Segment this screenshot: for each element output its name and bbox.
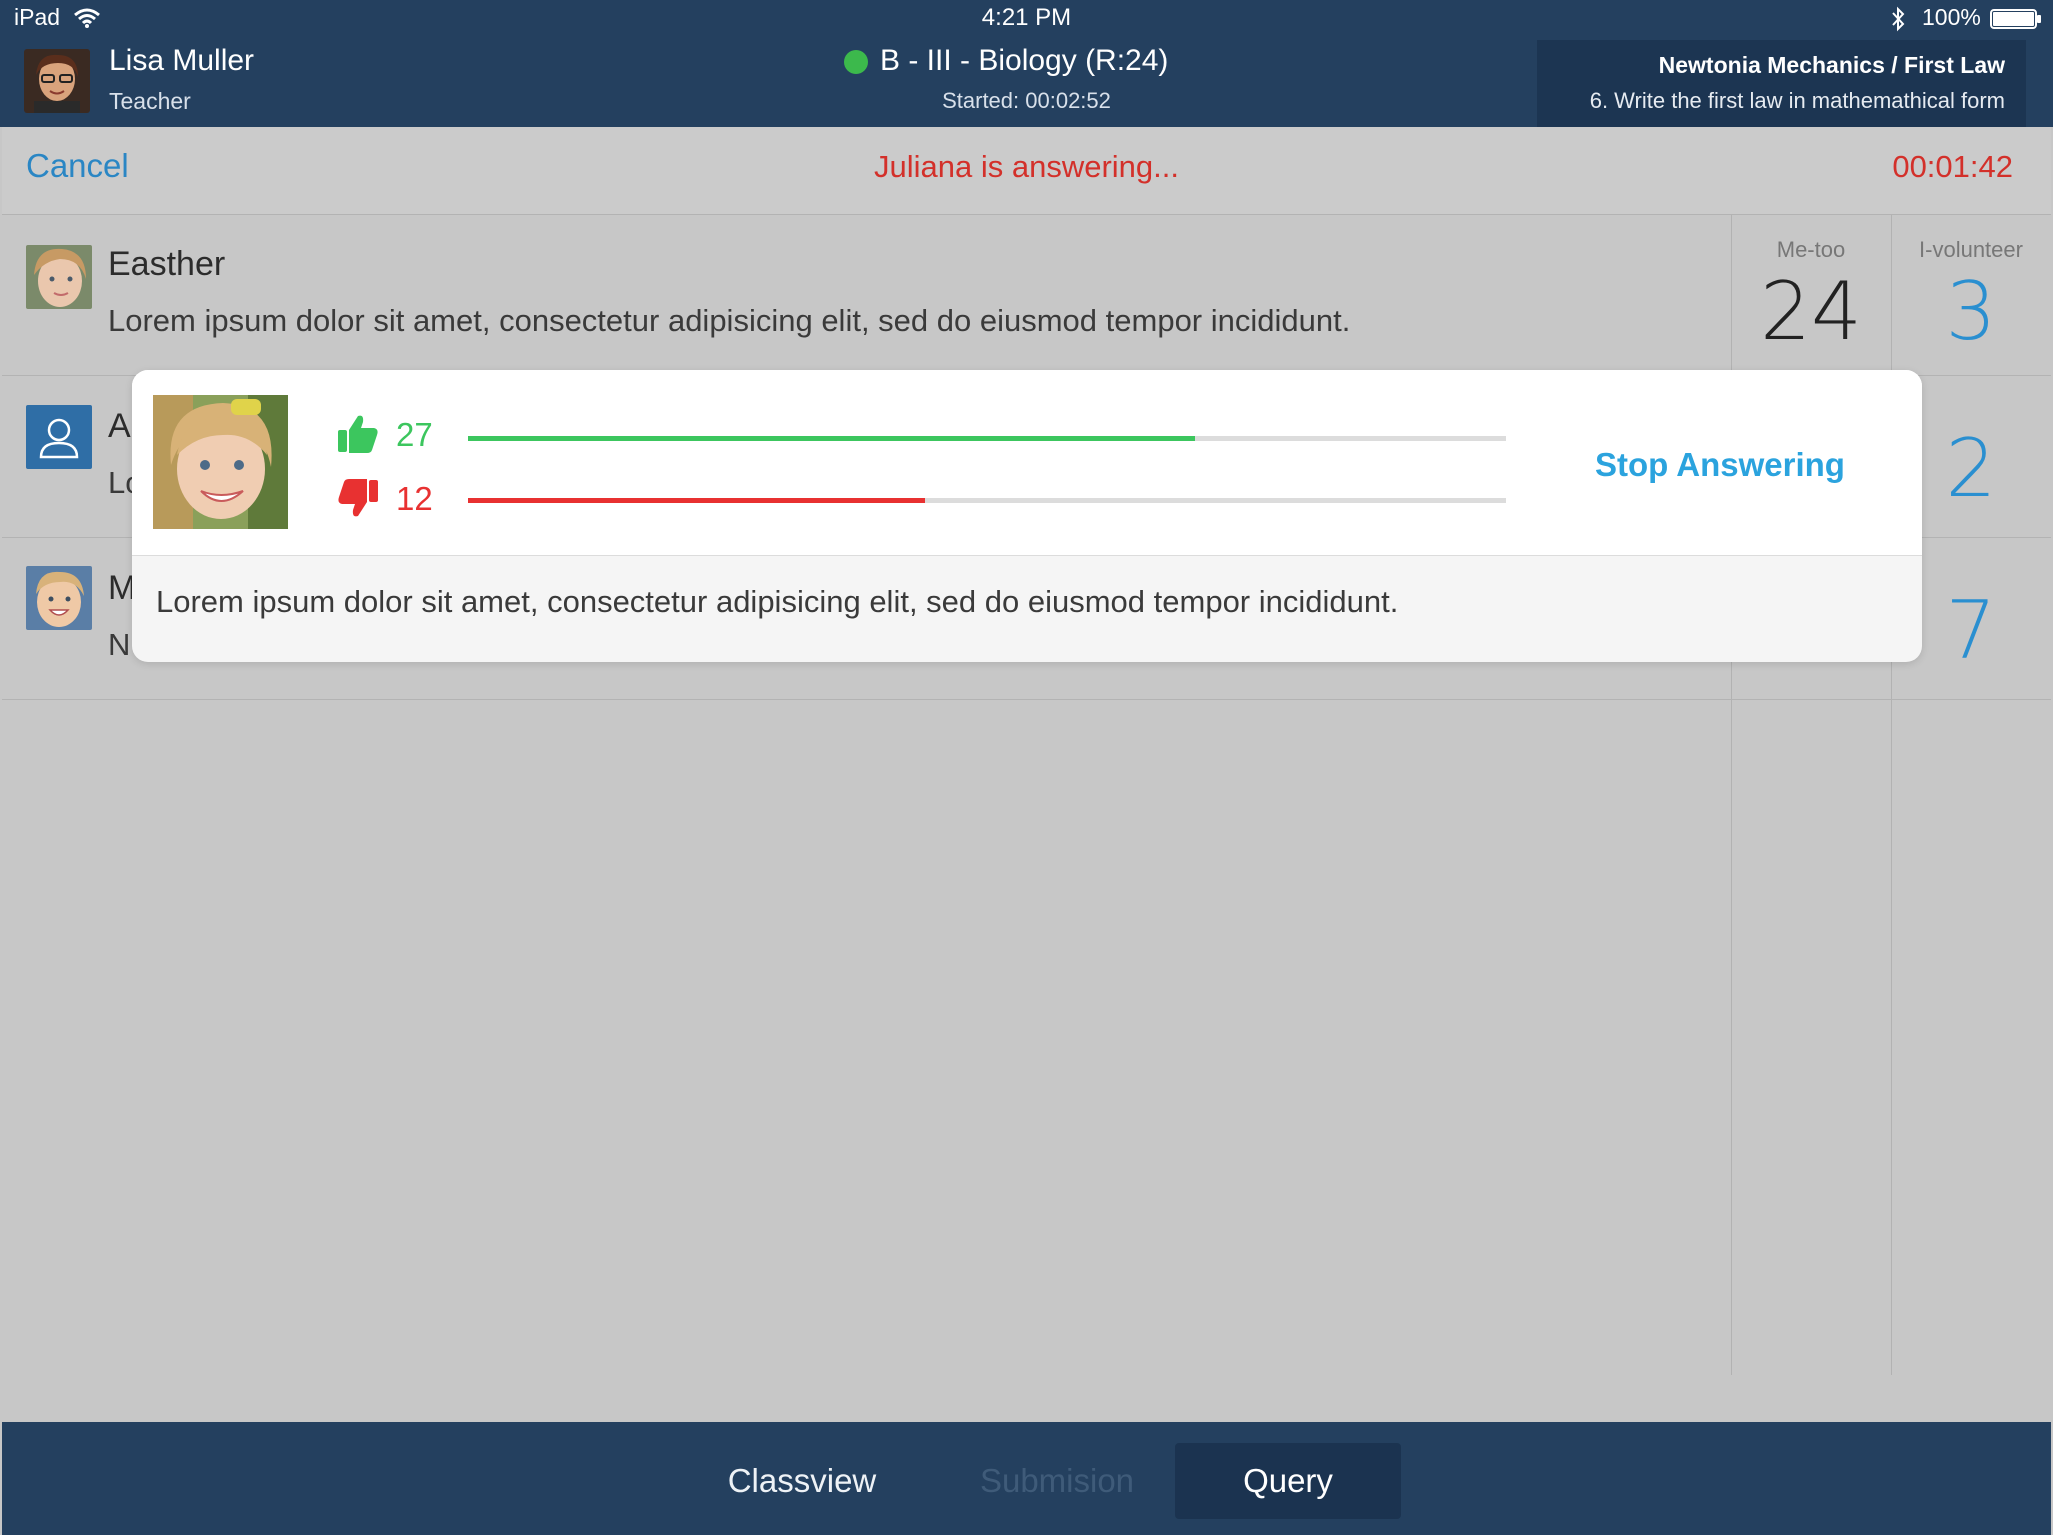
up-votes-count: 27 (396, 416, 433, 453)
thumbs-up-icon (338, 415, 378, 453)
answer-timer: 00:01:42 (1892, 149, 2013, 184)
current-answer-text: Lorem ipsum dolor sit amet, consectetur … (156, 584, 1399, 619)
down-votes-bar (468, 498, 1506, 503)
person-placeholder-icon (26, 405, 92, 469)
status-time: 4:21 PM (981, 4, 1072, 31)
volunteer-count: 3 (1945, 265, 1997, 358)
lesson-question: 6. Write the first law in mathemathical … (1589, 88, 2005, 113)
lesson-info[interactable]: Newtonia Mechanics / First Law 6. Write … (1537, 40, 2026, 127)
stop-answering-button[interactable]: Stop Answering (1595, 446, 1845, 484)
battery-icon (1990, 9, 2041, 29)
answering-status: Juliana is answering... (874, 149, 1179, 184)
up-votes-bar (468, 436, 1506, 441)
tab-submission[interactable]: Submision (937, 1443, 1177, 1519)
student-answer: Lorem ipsum dolor sit amet, consectetur … (108, 303, 1351, 338)
student-name: A (108, 407, 131, 445)
list-item[interactable]: Easther Lorem ipsum dolor sit amet, cons… (2, 215, 2051, 376)
top-header: iPad 4:21 PM 100% Lisa Muller Teacher B … (0, 0, 2053, 127)
student-answer: N (108, 627, 131, 662)
tab-classview[interactable]: Classview (682, 1443, 922, 1519)
tab-query[interactable]: Query (1175, 1443, 1401, 1519)
lesson-title: Newtonia Mechanics / First Law (1658, 52, 2005, 78)
bluetooth-icon (1892, 6, 1905, 32)
student-avatar (26, 245, 92, 309)
student-avatar (26, 566, 92, 630)
action-bar: Cancel Juliana is answering... 00:01:42 (2, 127, 2051, 215)
answering-student-photo (153, 395, 288, 529)
answering-popup: 27 12 Stop Answering Lorem ipsum dolor s… (132, 370, 1922, 662)
up-votes-bar-fill (468, 436, 1195, 441)
metoo-count: 24 (1760, 265, 1862, 358)
battery-percent: 100% (1922, 4, 1981, 30)
teacher-name: Lisa Muller (109, 44, 255, 77)
thumbs-down-icon (338, 479, 378, 517)
vote-panel: 27 12 Stop Answering (132, 370, 1922, 556)
down-votes-bar-fill (468, 498, 925, 503)
student-name: Easther (108, 245, 226, 283)
class-title[interactable]: B - III - Biology (R:24) (880, 44, 1168, 78)
class-status-dot (844, 50, 868, 74)
bottom-tab-bar: Classview Submision Query (2, 1422, 2051, 1535)
down-votes-count: 12 (396, 480, 433, 517)
